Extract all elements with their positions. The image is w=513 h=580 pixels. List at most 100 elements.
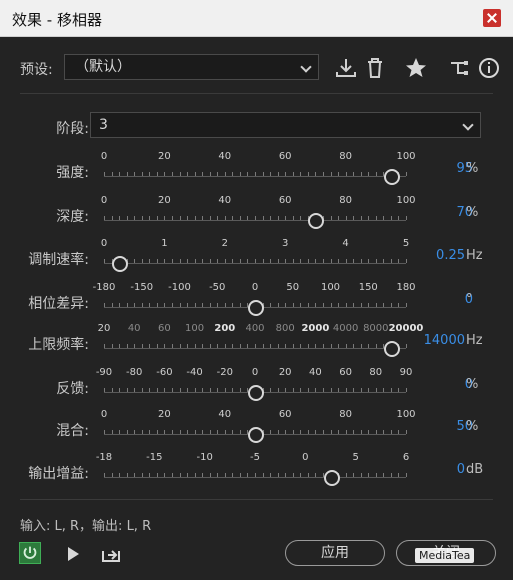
slider-tick [179,172,181,176]
slider-tick [353,172,355,176]
slider[interactable]: 0 20 40 60 80 100 [100,408,416,448]
chevron-down-icon [300,61,312,73]
slider-tick [247,473,249,477]
slider-thumb[interactable] [308,213,325,229]
tick-label: 5 [402,238,410,249]
tick-label: 100 [320,282,341,293]
close-icon[interactable] [483,9,501,27]
slider-tick [277,430,279,434]
slider-tick [322,259,324,263]
slider-tick [262,172,264,176]
tick-label: 800 [275,323,295,334]
slider-unit: % [466,377,479,392]
slider-tick [202,430,204,434]
slider-tick [217,303,219,307]
slider-tick [375,216,377,220]
loop-icon[interactable] [100,543,122,565]
slider-tick [368,473,370,477]
slider-tick [398,259,400,263]
title-bar: 效果 - 移相器 [0,0,513,37]
slider-tick [360,388,362,392]
tick-label: 2000 [301,323,330,334]
slider-thumb[interactable] [248,385,264,401]
slider-tick [239,303,241,307]
tick-label: 180 [396,282,416,293]
slider-tick [285,303,287,307]
download-icon[interactable] [334,56,358,80]
slider-track[interactable] [104,220,406,221]
tick-label: -20 [216,367,233,378]
slider-thumb[interactable] [248,427,264,443]
slider-tick [224,303,226,307]
slider-tick [406,473,407,477]
slider-tick [179,430,181,434]
slider[interactable]: 0 20 40 60 80 100 [100,150,416,190]
slider-tick [232,259,234,263]
preset-dropdown[interactable]: （默认） [64,54,319,80]
slider-tick [338,172,340,176]
slider[interactable]: -180 -150 -100 -50 0 50 100 150 180 [93,281,416,321]
tick-label: 20 [97,323,111,334]
slider-tick [353,388,355,392]
slider-tick [368,216,370,220]
slider-track[interactable] [104,477,406,478]
info-icon[interactable] [477,56,501,80]
slider-thumb[interactable] [383,169,400,185]
slider-tick [277,388,279,392]
tick-label: 5 [352,452,359,463]
slider-tick [368,303,370,307]
slider-track[interactable] [104,263,406,264]
slider-tick [255,259,256,263]
slider[interactable]: -90 -80 -60 -40 -20 0 20 40 60 80 90 [96,366,412,406]
slider-tick [141,388,143,392]
tick-label: -10 [196,452,213,463]
slider-value[interactable]: 0.25 [436,248,465,263]
slider-tick [390,473,392,477]
slider-thumb[interactable] [323,470,340,486]
power-button[interactable] [19,542,41,564]
slider-tick [126,303,128,307]
slider-tick [315,344,317,348]
tick-label: 20 [158,195,171,206]
slider-value[interactable]: 14000 [424,333,465,348]
slider-tick [134,216,136,220]
play-icon[interactable] [62,543,84,565]
slider-tick [217,388,219,392]
routing-icon[interactable] [448,56,472,80]
slider-tick [285,216,287,220]
slider-value[interactable]: 0 [457,462,465,477]
trash-icon[interactable] [363,56,387,80]
slider-tick [202,344,204,348]
slider-tick [255,473,256,477]
slider-thumb[interactable] [383,341,400,357]
slider-tick [187,172,189,176]
slider-tick [360,303,362,307]
slider-tick [141,216,143,220]
slider[interactable]: 20 40 60 100 200 400 800 2000 4000 8000 20000 [97,322,423,362]
slider-tick [232,430,234,434]
divider [20,499,493,500]
tick-label: 40 [218,409,232,420]
slider-tick [141,473,143,477]
slider-track[interactable] [104,176,406,177]
slider-thumb[interactable] [112,256,129,272]
slider-tick [398,430,400,434]
slider-tick [345,216,347,220]
tick-label: 40 [127,323,141,334]
slider[interactable]: -18 -15 -10 -5 0 5 6 [96,451,410,491]
slider[interactable]: 0 20 40 60 80 100 [100,194,416,234]
tick-label: 60 [158,323,171,334]
slider-tick [292,303,294,307]
apply-button[interactable]: 应用 [285,540,385,566]
slider-tick [187,303,189,307]
slider-thumb[interactable] [248,300,264,316]
tick-label: -80 [126,367,143,378]
slider-track[interactable] [104,348,406,349]
stage-dropdown[interactable]: 3 [90,112,481,138]
slider-tick [270,303,272,307]
slider[interactable]: 0 1 2 3 4 5 [100,237,410,277]
star-icon[interactable] [404,56,428,80]
slider-tick [322,388,324,392]
slider-tick [134,172,136,176]
slider-tick [194,473,196,477]
